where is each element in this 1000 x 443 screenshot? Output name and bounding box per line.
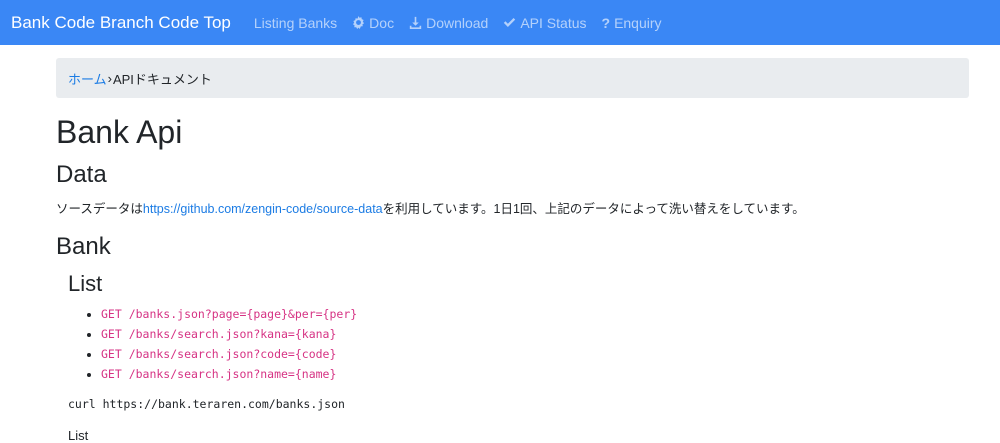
nav-doc[interactable]: Doc — [352, 15, 394, 31]
nav-listing-banks[interactable]: Listing Banks — [254, 15, 337, 31]
source-suffix: を利用しています。1日1回、上記のデータによって洗い替えをしています。 — [382, 202, 805, 216]
nav-download-label: Download — [426, 14, 489, 31]
list-heading: List — [68, 271, 103, 296]
gear-icon — [353, 16, 365, 29]
list-item: GET /banks/search.json?name={name} — [101, 364, 969, 384]
main-container: ホーム › APIドキュメント Bank Api Data ソースデータはhtt… — [0, 58, 1000, 443]
nav-api-status-label: API Status — [520, 14, 587, 31]
source-prefix: ソースデータは — [56, 202, 143, 216]
check-icon — [504, 18, 516, 27]
navbar: Bank Code Branch Code Top Listing Banks … — [0, 0, 1000, 45]
page-title: Bank Api — [56, 114, 183, 150]
breadcrumb: ホーム › APIドキュメント — [56, 58, 969, 98]
question-icon: ? — [601, 14, 611, 31]
brand-link[interactable]: Bank Code Branch Code Top — [11, 13, 231, 33]
nav-download[interactable]: Download — [409, 15, 488, 31]
endpoint-code: GET /banks.json?page={page}&per={per} — [101, 307, 358, 321]
nav-doc-label: Doc — [369, 14, 395, 31]
download-icon — [409, 16, 422, 29]
nav-enquiry-label: Enquiry — [614, 14, 662, 31]
endpoint-list: GET /banks.json?page={page}&per={per} GE… — [56, 304, 969, 384]
breadcrumb-separator: › — [107, 70, 112, 86]
nav-listing-banks-label: Listing Banks — [253, 14, 338, 31]
data-heading: Data — [56, 161, 107, 188]
breadcrumb-current: APIドキュメント — [112, 71, 212, 87]
curl-example: curl https://bank.teraren.com/banks.json — [68, 397, 345, 411]
bank-heading: Bank — [56, 233, 111, 260]
next-section-text: List — [68, 428, 89, 443]
endpoint-code: GET /banks/search.json?kana={kana} — [101, 327, 337, 341]
source-paragraph: ソースデータはhttps://github.com/zengin-code/so… — [56, 200, 969, 218]
endpoint-code: GET /banks/search.json?name={name} — [101, 367, 337, 381]
nav-api-status[interactable]: API Status — [503, 14, 587, 31]
breadcrumb-home-link[interactable]: ホーム — [68, 69, 107, 88]
endpoint-code: GET /banks/search.json?code={code} — [101, 347, 337, 361]
list-item: GET /banks/search.json?code={code} — [101, 344, 969, 364]
list-item: GET /banks/search.json?kana={kana} — [101, 324, 969, 344]
nav-enquiry[interactable]: ? Enquiry — [602, 15, 662, 31]
list-item: GET /banks.json?page={page}&per={per} — [101, 304, 969, 324]
source-data-link[interactable]: https://github.com/zengin-code/source-da… — [143, 202, 383, 216]
